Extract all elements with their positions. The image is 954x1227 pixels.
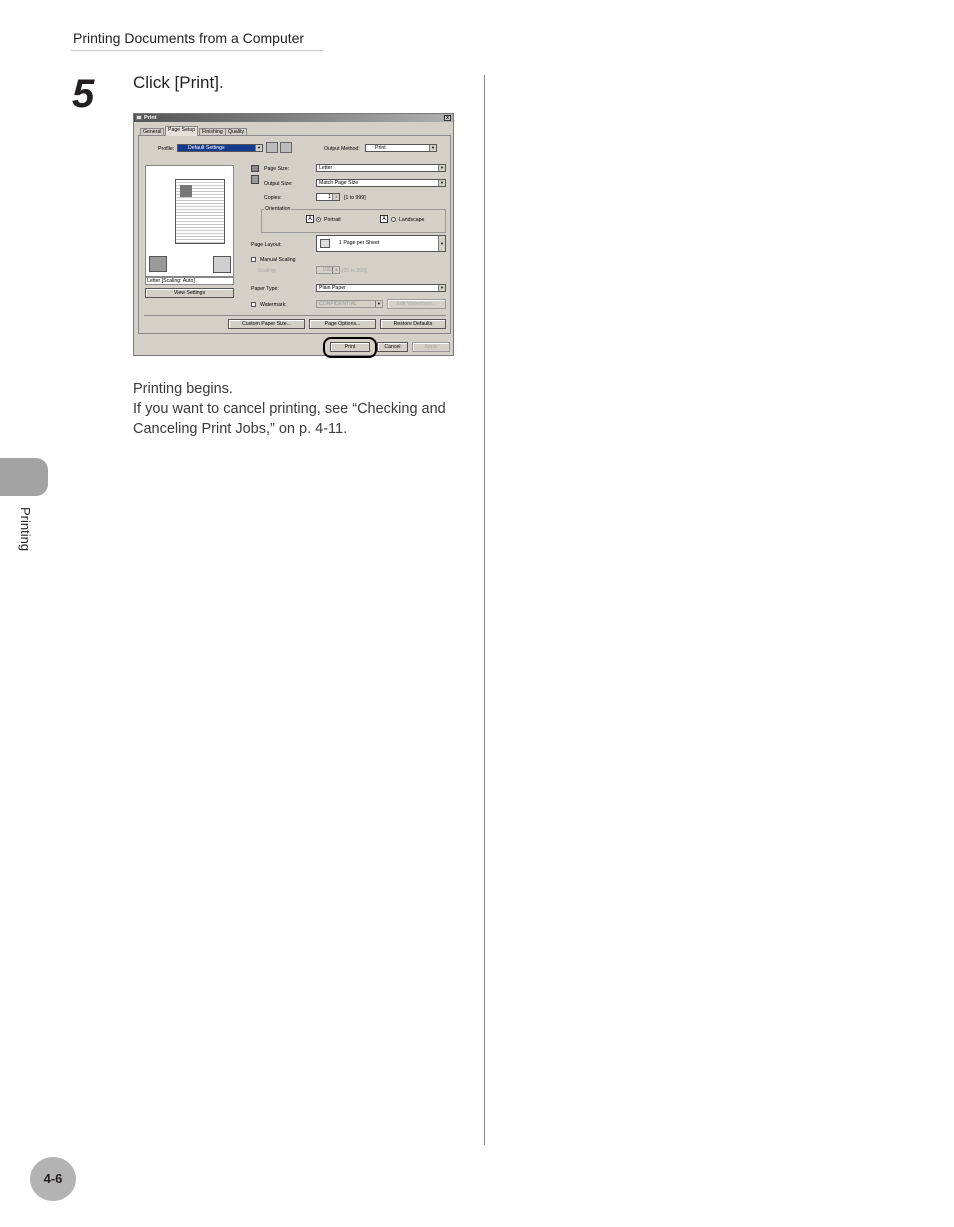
spin-arrows-icon: ↕ xyxy=(332,194,339,200)
profile-select[interactable]: Default Settings ▼ xyxy=(177,144,263,152)
watermark-checkbox[interactable] xyxy=(251,302,256,307)
chevron-down-icon: ▼ xyxy=(438,180,445,186)
result-line-1: Printing begins. xyxy=(133,381,233,397)
output-size-icon xyxy=(251,175,259,184)
running-header: Printing Documents from a Computer xyxy=(73,30,305,46)
output-size-select[interactable]: Match Page Size ▼ xyxy=(316,179,446,187)
step-number: 5 xyxy=(72,72,94,116)
landscape-radio[interactable] xyxy=(391,217,396,222)
manual-scaling-label: Manual Scaling xyxy=(260,257,296,263)
column-divider xyxy=(484,75,485,1145)
restore-defaults-button[interactable]: Restore Defaults xyxy=(380,319,446,329)
panel-separator xyxy=(144,315,446,316)
paper-type-value: Plain Paper xyxy=(319,285,346,291)
spin-arrows-icon: ↕ xyxy=(332,267,339,273)
copies-stepper[interactable]: 1 ↕ xyxy=(316,193,340,201)
dialog-titlebar: Print xyxy=(134,114,453,122)
chapter-tab xyxy=(0,458,48,496)
printer-title-icon xyxy=(136,115,142,120)
apply-button[interactable]: Apply xyxy=(412,342,450,352)
output-size-value: Match Page Size xyxy=(319,180,359,186)
edit-watermark-button[interactable]: Edit Watermark... xyxy=(387,299,446,309)
add-profile-icon[interactable] xyxy=(266,142,278,153)
chevron-down-icon: ▼ xyxy=(255,145,262,151)
print-button[interactable]: Print xyxy=(330,342,370,352)
copies-value: 1 xyxy=(328,194,331,200)
page-layout-icon xyxy=(320,239,330,248)
orientation-label: Orientation xyxy=(264,206,292,212)
tab-page-setup[interactable]: Page Setup xyxy=(165,126,199,136)
page-number: 4-6 xyxy=(30,1157,76,1201)
dialog-title: Print xyxy=(144,115,157,121)
chevron-down-icon: ▼ xyxy=(438,285,445,291)
page-layout-label: Page Layout: xyxy=(251,242,282,248)
print-dialog: Print x General Page Setup Finishing Qua… xyxy=(133,113,454,358)
watermark-label: Watermark: xyxy=(260,302,287,308)
chevron-down-icon: ▼ xyxy=(438,165,445,171)
preview-image-icon xyxy=(180,185,192,197)
chevron-down-icon: ▼ xyxy=(438,236,445,251)
document-icon xyxy=(213,256,231,273)
scaling-stepper[interactable]: 100 ↕ xyxy=(316,266,340,274)
paper-type-label: Paper Type: xyxy=(251,286,279,292)
profile-label: Profile: xyxy=(158,146,175,152)
landscape-icon: A xyxy=(380,215,388,223)
scaling-label: Scaling: xyxy=(258,268,277,274)
close-button[interactable]: x xyxy=(444,115,451,121)
scaling-value: 100 xyxy=(322,267,331,273)
result-line-2: If you want to cancel printing, see “Che… xyxy=(133,401,446,437)
result-text: Printing begins. If you want to cancel p… xyxy=(133,379,473,439)
edit-profile-icon[interactable] xyxy=(280,142,292,153)
page-size-value: Letter xyxy=(319,165,333,171)
page-size-icon xyxy=(251,165,259,172)
chevron-down-icon: ▼ xyxy=(375,301,382,307)
output-method-select[interactable]: Print ▼ xyxy=(365,144,437,152)
chevron-down-icon: ▼ xyxy=(429,145,436,151)
output-method-value: Print xyxy=(375,145,386,151)
portrait-label: Portrait xyxy=(324,217,341,223)
header-rule xyxy=(71,50,323,51)
portrait-radio[interactable] xyxy=(316,217,321,222)
paper-type-select[interactable]: Plain Paper ▼ xyxy=(316,284,446,292)
watermark-value: CONFIDENTIAL xyxy=(319,301,358,307)
watermark-select[interactable]: CONFIDENTIAL ▼ xyxy=(316,300,383,308)
portrait-icon: A xyxy=(306,215,314,223)
output-size-label: Output Size: xyxy=(264,181,293,187)
copies-range: [1 to 999] xyxy=(344,195,366,201)
preview-caption: Letter [Scaling: Auto] xyxy=(145,277,234,285)
view-settings-button[interactable]: View Settings xyxy=(145,288,234,298)
step-instruction: Click [Print]. xyxy=(133,73,224,92)
page-layout-select[interactable]: 1 Page per Sheet ▼ xyxy=(316,235,446,252)
page-size-select[interactable]: Letter ▼ xyxy=(316,164,446,172)
cancel-button[interactable]: Cancel xyxy=(377,342,408,352)
profile-value: Default Settings xyxy=(188,145,225,151)
page-options-button[interactable]: Page Options... xyxy=(309,319,376,329)
printer-icon xyxy=(149,256,167,272)
page-preview xyxy=(145,165,234,277)
custom-paper-size-button[interactable]: Custom Paper Size... xyxy=(228,319,305,329)
scaling-range: [25 to 200] xyxy=(342,268,367,274)
landscape-label: Landscape xyxy=(399,217,425,223)
page-size-label: Page Size: xyxy=(264,166,290,172)
output-method-label: Output Method: xyxy=(324,146,360,152)
chapter-label: Printing xyxy=(18,507,33,552)
preview-sheet xyxy=(175,179,225,244)
copies-label: Copies: xyxy=(264,195,282,201)
manual-scaling-checkbox[interactable] xyxy=(251,257,256,262)
